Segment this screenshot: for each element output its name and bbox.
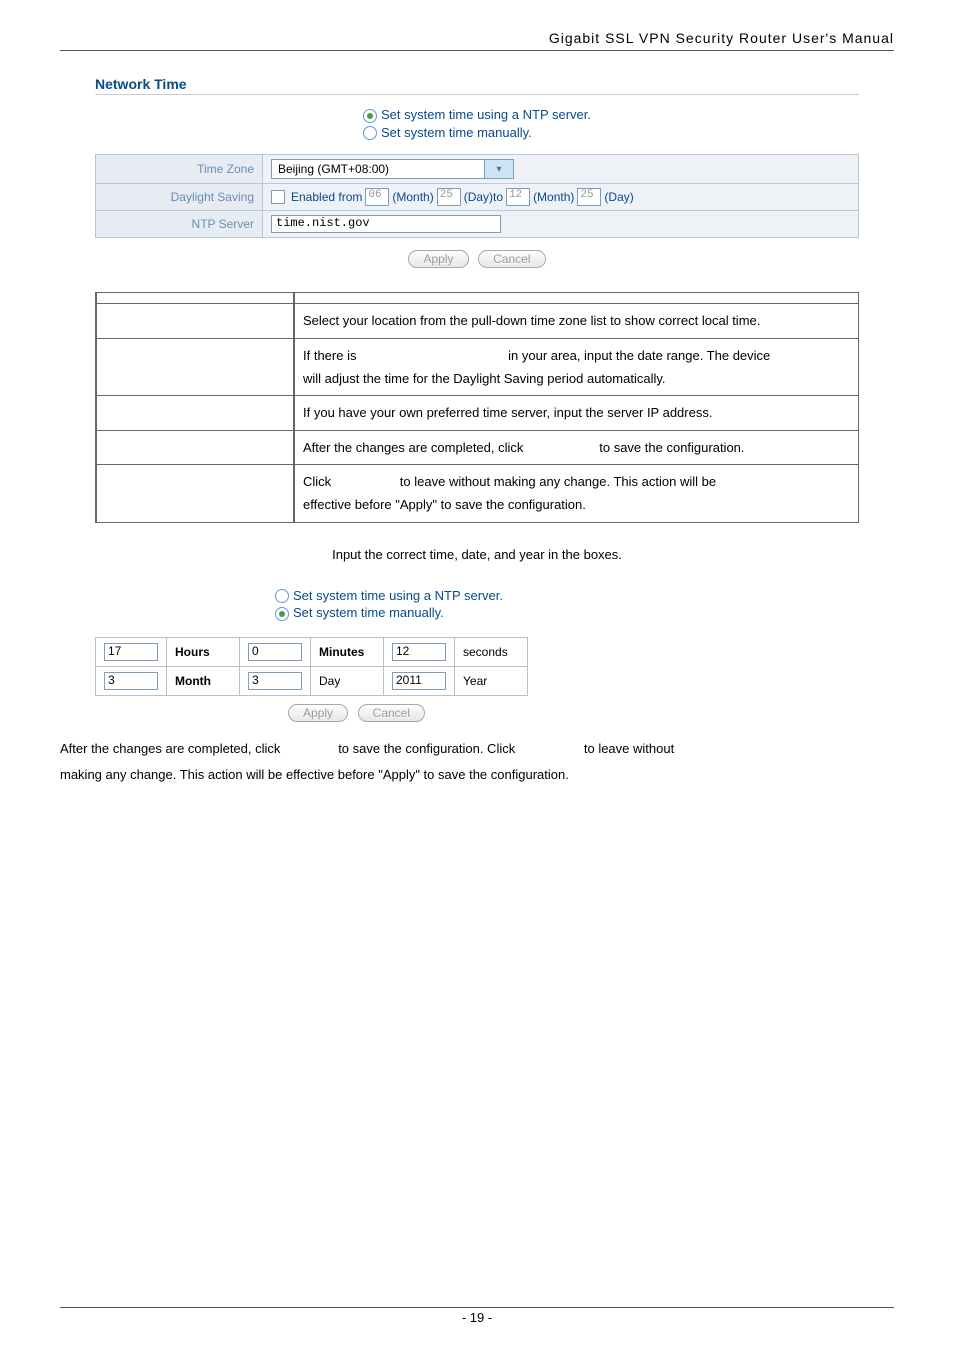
desc-daylight: If there is in your area, input the date… xyxy=(294,338,859,396)
day-input[interactable]: 3 xyxy=(248,672,302,690)
dls-from-month[interactable]: 06 xyxy=(365,188,389,206)
desc-cancel: Click to leave without making any change… xyxy=(294,465,859,523)
timezone-select[interactable]: Beijing (GMT+08:00) ▾ xyxy=(271,159,514,179)
desc-apply: After the changes are completed, click t… xyxy=(294,430,859,464)
label-ntp: NTP Server xyxy=(96,211,263,238)
manual-note: Input the correct time, date, and year i… xyxy=(95,547,859,562)
year-input[interactable]: 2011 xyxy=(392,672,446,690)
section-title: Network Time xyxy=(95,76,859,95)
radio-ntp[interactable]: Set system time using a NTP server. xyxy=(363,107,591,123)
month-input[interactable]: 3 xyxy=(104,672,158,690)
dls-from-day[interactable]: 25 xyxy=(437,188,461,206)
daylight-enable-checkbox[interactable] xyxy=(271,190,285,204)
label-timezone: Time Zone xyxy=(96,155,263,184)
radio-manual-2[interactable]: Set system time manually. xyxy=(275,605,503,621)
apply-button[interactable]: Apply xyxy=(408,250,468,268)
description-table: Select your location from the pull-down … xyxy=(95,292,859,523)
ntp-config-table: Time Zone Beijing (GMT+08:00) ▾ Daylight… xyxy=(95,154,859,238)
manual-time-table: 17 Hours 0 Minutes 12 seconds 3 Month 3 … xyxy=(95,637,528,696)
hours-input[interactable]: 17 xyxy=(104,643,158,661)
dls-to-month[interactable]: 12 xyxy=(506,188,530,206)
seconds-input[interactable]: 12 xyxy=(392,643,446,661)
ntp-server-input[interactable]: time.nist.gov xyxy=(271,215,501,233)
radio-manual[interactable]: Set system time manually. xyxy=(363,125,591,141)
radio-ntp-2[interactable]: Set system time using a NTP server. xyxy=(275,588,503,604)
cancel-button[interactable]: Cancel xyxy=(478,250,545,268)
cancel-button-2[interactable]: Cancel xyxy=(358,704,425,722)
closing-text: After the changes are completed, click t… xyxy=(60,736,894,788)
doc-header: Gigabit SSL VPN Security Router User's M… xyxy=(549,30,894,46)
time-mode-radio-group: Set system time using a NTP server. Set … xyxy=(95,105,859,142)
apply-button-2[interactable]: Apply xyxy=(288,704,348,722)
chevron-down-icon: ▾ xyxy=(484,160,513,178)
label-daylight: Daylight Saving xyxy=(96,184,263,211)
dls-to-day[interactable]: 25 xyxy=(577,188,601,206)
desc-ntp: If you have your own preferred time serv… xyxy=(294,396,859,430)
desc-timezone: Select your location from the pull-down … xyxy=(294,304,859,338)
page-number: - 19 - xyxy=(60,1307,894,1325)
minutes-input[interactable]: 0 xyxy=(248,643,302,661)
